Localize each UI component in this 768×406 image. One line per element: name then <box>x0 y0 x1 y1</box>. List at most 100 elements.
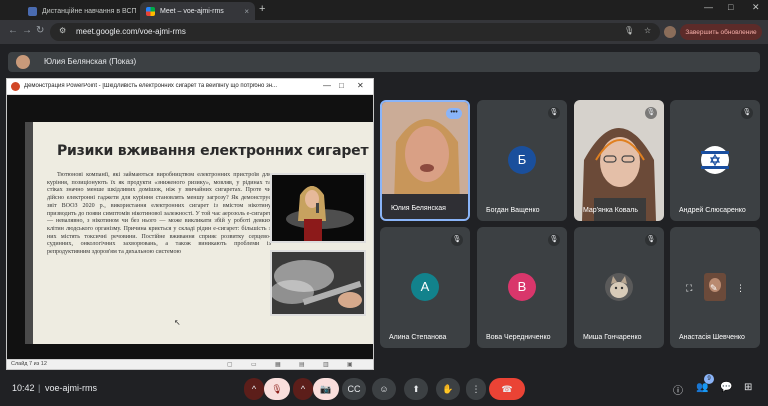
slideshow-icon: ▣ <box>347 362 353 368</box>
meet-control-bar: 10:42 | voe-ajmi-rms ^ 🎙 ^ 📷 CC ☺ ⬆ ✋ ⋮ … <box>0 372 768 406</box>
presenter-bar: Юлия Белянская (Показ) <box>8 52 760 72</box>
activities-icon[interactable]: ⊞ <box>744 382 752 393</box>
participant-name: Андрей Слюсаренко <box>679 207 746 214</box>
meeting-clock: 10:42 <box>12 383 35 393</box>
participant-name: Анастасія Шевченко <box>679 334 745 341</box>
participant-name: Мар'янка Коваль <box>583 207 638 214</box>
participant-tile-yulia[interactable]: ••• Юлия Белянская <box>380 100 470 221</box>
chat-icon[interactable]: 💬 <box>720 382 732 393</box>
normal-view-icon: ▦ <box>275 362 281 368</box>
bookmark-star-icon[interactable]: ☆ <box>644 26 651 35</box>
slide-sorter-icon: ▤ <box>299 362 305 368</box>
slide-body-text: Тютюнові компанії, які займаються виробн… <box>47 172 271 256</box>
powerpoint-icon <box>11 82 20 91</box>
maximize-icon: □ <box>339 81 344 90</box>
tab-label: Дистанційне навчання в ВСП <box>42 7 137 15</box>
notes-icon: ▢ <box>227 362 233 368</box>
woman-vaping-image <box>270 173 366 243</box>
presenter-label: Юлия Белянская (Показ) <box>44 57 137 66</box>
mic-off-icon: 🎙 <box>548 234 560 246</box>
tab-close-icon[interactable]: × <box>240 7 249 16</box>
reload-icon[interactable]: ↻ <box>36 25 44 36</box>
tab-label: Meet – voe-ajmi-rms <box>160 7 224 15</box>
powerpoint-window-title: Демонстрация PowerPoint - [Шкідливість е… <box>24 83 278 89</box>
mic-permission-icon[interactable]: 🎙 <box>624 26 634 35</box>
site-favicon-icon <box>28 6 37 16</box>
captions-button[interactable]: CC <box>342 378 366 400</box>
new-tab-button[interactable]: + <box>259 3 265 15</box>
participant-avatar: В <box>508 273 536 301</box>
mic-off-icon: 🎙 <box>645 234 657 246</box>
back-icon[interactable]: ← <box>8 25 18 36</box>
finish-update-button[interactable]: Завершить обновление <box>680 24 762 40</box>
participant-tile-misha[interactable]: 🎙 Миша Гончаренко <box>574 227 664 348</box>
leave-call-button[interactable]: ☎ <box>489 378 525 400</box>
participant-name: Миша Гончаренко <box>583 334 642 341</box>
video-options-button[interactable]: ^ <box>293 378 313 400</box>
participant-video <box>382 102 468 219</box>
mic-off-icon: 🎙 <box>741 107 753 119</box>
close-icon: ✕ <box>357 81 364 90</box>
reading-view-icon: ▥ <box>323 362 329 368</box>
url-text: meet.google.com/voe-ajmi-rms <box>76 27 186 36</box>
raise-hand-button[interactable]: ✋ <box>436 378 460 400</box>
slide-title: Ризики вживання електронних сигарет <box>57 143 369 159</box>
address-bar[interactable]: ⚙ meet.google.com/voe-ajmi-rms 🎙 ☆ <box>50 23 660 41</box>
presenter-avatar <box>16 55 30 69</box>
audio-options-button[interactable]: ^ <box>244 378 264 400</box>
participant-tile-bohdan[interactable]: 🎙 Б Богдан Ващенко <box>477 100 567 221</box>
slide-area: Ризики вживання електронних сигарет Тютю… <box>7 95 373 359</box>
mouse-cursor-icon: ↖ <box>174 318 181 327</box>
more-options-button[interactable]: ⋮ <box>466 378 486 400</box>
present-now-button[interactable]: ⬆ <box>404 378 428 400</box>
powerpoint-title-bar: Демонстрация PowerPoint - [Шкідливість е… <box>7 79 373 95</box>
mic-off-button[interactable]: 🎙 <box>264 378 290 400</box>
e-cigarette-image <box>270 250 366 316</box>
mic-off-icon: 🎙 <box>451 234 463 246</box>
browser-toolbar: ← → ↻ ⚙ meet.google.com/voe-ajmi-rms 🎙 ☆… <box>0 20 768 44</box>
shared-screen: Демонстрация PowerPoint - [Шкідливість е… <box>6 78 374 370</box>
participant-name: Богдан Ващенко <box>486 207 540 214</box>
participant-avatar: А <box>411 273 439 301</box>
participant-avatar: Б <box>508 146 536 174</box>
participant-name: Юлия Белянская <box>391 205 446 212</box>
participant-tile-marianka[interactable]: 🎙 Мар'янка Коваль <box>574 100 664 221</box>
pin-tile-icon[interactable]: ⛶ <box>686 283 692 294</box>
profile-avatar[interactable] <box>664 26 676 38</box>
maximize-icon[interactable]: □ <box>728 2 733 12</box>
slide: Ризики вживання електронних сигарет Тютю… <box>25 122 373 344</box>
tab-distance-learning[interactable]: Дистанційне навчання в ВСП × <box>22 2 140 20</box>
cat-avatar-icon <box>605 273 633 301</box>
comments-icon: ▭ <box>251 362 257 368</box>
participant-name: Вова Чередниченко <box>486 334 551 341</box>
forward-icon[interactable]: → <box>22 25 32 36</box>
minimize-icon[interactable]: — <box>704 2 713 12</box>
participant-tile-alina[interactable]: 🎙 А Алина Степанова <box>380 227 470 348</box>
meeting-info-icon[interactable]: ⓘ <box>673 382 683 397</box>
tab-meet[interactable]: Meet – voe-ajmi-rms × <box>140 2 255 20</box>
emoji-reaction-button[interactable]: ☺ <box>372 378 396 400</box>
browser-tab-strip: Дистанційне навчання в ВСП × Meet – voe-… <box>0 0 768 20</box>
participant-count-badge: 9 <box>704 374 714 384</box>
tile-more-icon[interactable]: ⋮ <box>736 283 745 294</box>
camera-off-button[interactable]: 📷 <box>313 378 339 400</box>
powerpoint-status-bar: Слайд 7 из 12 ▢ ▭ ▦ ▤ ▥ ▣ <box>7 359 373 369</box>
participant-name: Алина Степанова <box>389 334 447 341</box>
slide-accent-bar <box>25 122 33 344</box>
slide-counter: Слайд 7 из 12 <box>11 361 47 367</box>
participant-tile-vova[interactable]: 🎙 В Вова Чередниченко <box>477 227 567 348</box>
participant-tile-anastasia[interactable]: ⛶ ✎ ⋮ Анастасія Шевченко <box>670 227 760 348</box>
meet-favicon-icon <box>146 6 155 16</box>
separator: | <box>38 383 41 393</box>
participant-tile-andrei[interactable]: 🎙 Андрей Слюсаренко <box>670 100 760 221</box>
meeting-code: voe-ajmi-rms <box>45 383 98 393</box>
frame-edit-icon[interactable]: ✎ <box>710 283 718 294</box>
more-options-icon[interactable]: ••• <box>446 108 462 119</box>
mic-off-icon: 🎙 <box>548 107 560 119</box>
mic-off-icon: 🎙 <box>645 107 657 119</box>
close-window-icon[interactable]: ✕ <box>752 2 760 13</box>
israel-flag-avatar-icon <box>701 146 729 174</box>
site-info-icon[interactable]: ⚙ <box>59 26 66 35</box>
minimize-icon: — <box>323 81 331 90</box>
meet-window: Дистанційне навчання в ВСП × Meet – voe-… <box>0 0 768 406</box>
